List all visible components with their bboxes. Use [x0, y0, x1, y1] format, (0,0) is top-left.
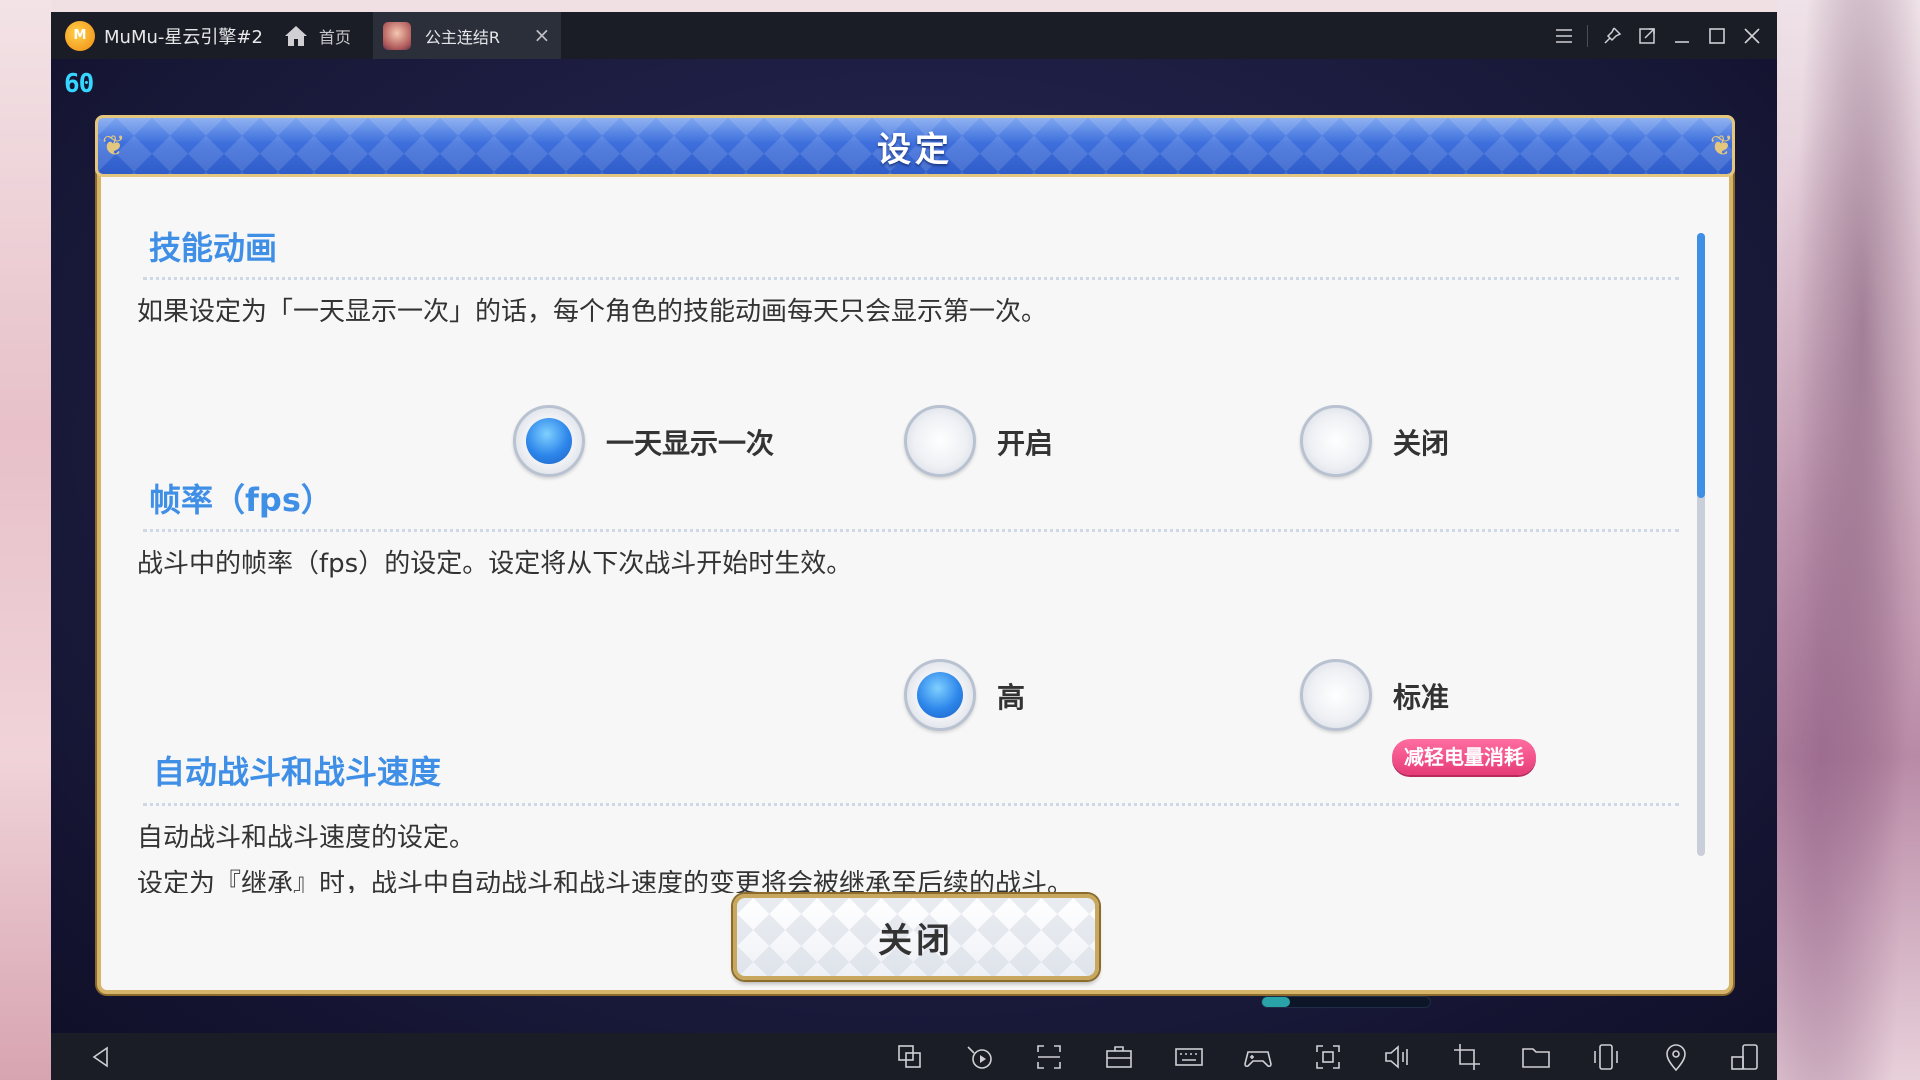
section-description: 如果设定为「一天显示一次」的话，每个角色的技能动画每天只会显示第一次。 [137, 297, 1048, 327]
dialog-header: ❦ 设定 ❦ [95, 115, 1735, 177]
emulator-window: M MuMu-星云引擎#2 首页 公主连结R × 60 ❦ 设定 ❦ 技能动画 … [51, 12, 1777, 1080]
tab-close-icon[interactable]: × [531, 24, 553, 46]
crop-icon[interactable] [1451, 1041, 1483, 1073]
popout-icon[interactable] [1630, 19, 1664, 53]
toolbox-icon[interactable] [1103, 1041, 1135, 1073]
section-description: 自动战斗和战斗速度的设定。 [137, 823, 476, 853]
maximize-icon[interactable] [1700, 19, 1734, 53]
location-icon[interactable] [1660, 1041, 1692, 1073]
game-tab-icon [382, 21, 411, 50]
keyboard-icon[interactable] [1173, 1041, 1205, 1073]
tab-game-label: 公主连结R [424, 27, 501, 47]
fps-counter: 60 [64, 69, 94, 99]
close-button-label: 关闭 [878, 920, 954, 961]
section-title-auto-battle: 自动战斗和战斗速度 [153, 753, 442, 791]
folder-icon[interactable] [1520, 1041, 1552, 1073]
power-saving-badge: 减轻电量消耗 [1392, 739, 1536, 775]
menu-icon[interactable] [1547, 19, 1581, 53]
settings-content[interactable]: 技能动画 如果设定为「一天显示一次」的话，每个角色的技能动画每天只会显示第一次。… [109, 193, 1709, 893]
section-description: 战斗中的帧率（fps）的设定。设定将从下次战斗开始时生效。 [137, 549, 853, 579]
screenshot-icon[interactable] [1312, 1041, 1344, 1073]
section-divider [143, 803, 1679, 806]
fullscreen-icon[interactable] [1033, 1041, 1065, 1073]
ornament-right-icon: ❦ [1710, 129, 1734, 162]
close-button[interactable]: 关闭 [733, 894, 1099, 980]
window-controls [1546, 12, 1769, 59]
home-icon[interactable] [283, 24, 309, 48]
home-tab-label[interactable]: 首页 [319, 24, 351, 48]
dialog-title: 设定 [877, 129, 953, 170]
radio-on[interactable] [904, 405, 976, 477]
record-icon[interactable] [964, 1041, 996, 1073]
radio-label: 关闭 [1393, 427, 1450, 460]
game-progress-bar [1261, 996, 1431, 1008]
desktop-background-right [1777, 0, 1920, 1080]
section-divider [143, 529, 1679, 532]
shake-icon[interactable] [1590, 1041, 1622, 1073]
desktop-background-top [0, 0, 1920, 12]
settings-dialog: ❦ 设定 ❦ 技能动画 如果设定为「一天显示一次」的话，每个角色的技能动画每天只… [95, 115, 1735, 994]
separator [1587, 24, 1588, 47]
ornament-left-icon: ❦ [102, 129, 126, 162]
radio-fps-standard[interactable] [1300, 659, 1372, 731]
radio-label: 高 [997, 681, 1026, 714]
scrollbar-track[interactable] [1697, 233, 1705, 856]
mumu-logo-icon: M [65, 20, 95, 51]
section-title-skill-animation: 技能动画 [149, 229, 278, 267]
section-divider [143, 277, 1679, 280]
emulator-toolbar [51, 1033, 1777, 1080]
radio-once-per-day[interactable] [513, 405, 585, 477]
app-title: MuMu-星云引擎#2 [104, 26, 263, 48]
minimize-icon[interactable] [1665, 19, 1699, 53]
volume-icon[interactable] [1381, 1041, 1413, 1073]
rotate-screen-icon[interactable] [1729, 1041, 1761, 1073]
pin-icon[interactable] [1595, 19, 1629, 53]
radio-fps-high[interactable] [904, 659, 976, 731]
radio-label: 标准 [1393, 681, 1450, 714]
game-viewport: 60 ❦ 设定 ❦ 技能动画 如果设定为「一天显示一次」的话，每个角色的技能动画… [51, 59, 1777, 1033]
title-bar: M MuMu-星云引擎#2 首页 公主连结R × [51, 12, 1777, 59]
section-title-fps: 帧率（fps） [149, 481, 333, 519]
radio-off[interactable] [1300, 405, 1372, 477]
radio-label: 开启 [997, 427, 1054, 460]
back-icon[interactable] [89, 1045, 113, 1069]
tab-game[interactable]: 公主连结R × [372, 12, 561, 59]
gamepad-icon[interactable] [1242, 1041, 1274, 1073]
section-description-2: 设定为『继承』时，战斗中自动战斗和战斗速度的变更将会被继承至后续的战斗。 [137, 869, 1074, 893]
close-window-icon[interactable] [1735, 19, 1769, 53]
scrollbar-thumb[interactable] [1697, 233, 1705, 498]
radio-label: 一天显示一次 [606, 427, 775, 460]
desktop-background-left [0, 0, 51, 1080]
multi-window-icon[interactable] [894, 1041, 926, 1073]
